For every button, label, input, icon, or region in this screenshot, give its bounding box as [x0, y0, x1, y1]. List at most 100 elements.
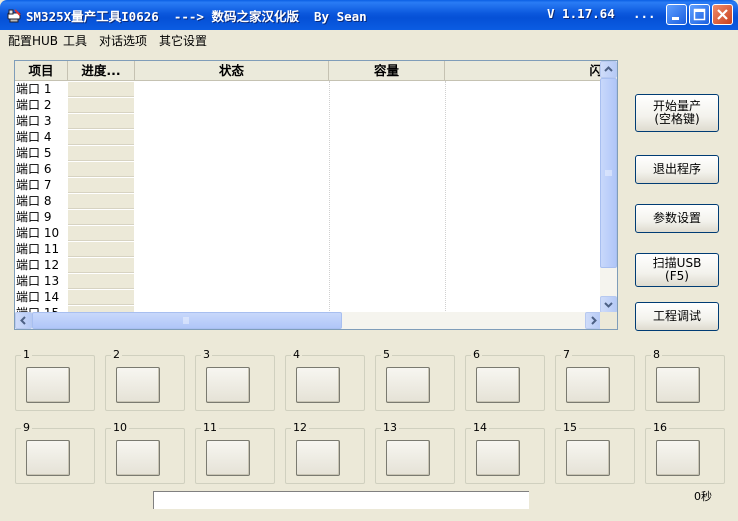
port-slot-button[interactable] [476, 367, 520, 403]
port-slot-button[interactable] [566, 440, 610, 476]
port-group-label: 16 [651, 421, 669, 435]
port-name: 端口 4 [16, 130, 52, 144]
progress-cell [68, 98, 134, 113]
port-group-label: 7 [561, 348, 572, 362]
port-name: 端口 5 [16, 146, 52, 160]
menu-dialog-options[interactable]: 对话选项 [99, 32, 147, 49]
port-group: 13 [375, 421, 455, 484]
menu-tools[interactable]: 工具 [63, 32, 87, 49]
arrow-left-icon [20, 316, 26, 325]
minimize-button[interactable] [666, 4, 687, 25]
port-slot-button[interactable] [206, 367, 250, 403]
port-name: 端口 14 [16, 290, 60, 304]
port-group-label: 11 [201, 421, 219, 435]
port-name: 端口 10 [16, 226, 60, 240]
port-slot-button[interactable] [26, 440, 70, 476]
port-group-label: 2 [111, 348, 122, 362]
scroll-up-button[interactable] [600, 61, 617, 78]
port-group: 5 [375, 348, 455, 411]
table-row[interactable]: 端口 3 [15, 113, 602, 129]
table-row[interactable]: 端口 12 [15, 257, 602, 273]
port-name: 端口 11 [16, 242, 60, 256]
close-button[interactable] [712, 4, 733, 25]
progress-cell [68, 162, 134, 177]
table-row[interactable]: 端口 13 [15, 273, 602, 289]
menu-bar: 配置HUB 工具 对话选项 其它设置 [0, 30, 738, 49]
port-group: 2 [105, 348, 185, 411]
port-group: 8 [645, 348, 725, 411]
port-slot-button[interactable] [656, 367, 700, 403]
progress-cell [68, 210, 134, 225]
port-slot-button[interactable] [386, 367, 430, 403]
arrow-right-icon [591, 316, 597, 325]
menu-other-settings[interactable]: 其它设置 [159, 32, 207, 49]
port-slot-button[interactable] [476, 440, 520, 476]
port-name: 端口 2 [16, 98, 52, 112]
table-row[interactable]: 端口 9 [15, 209, 602, 225]
arrow-down-icon [604, 302, 613, 308]
port-list[interactable]: 项目 进度... 状态 容量 闪 端口 1 端口 2 端口 3 端口 4 端口 5 端口 … [14, 60, 618, 330]
port-group: 10 [105, 421, 185, 484]
table-row[interactable]: 端口 5 [15, 145, 602, 161]
horizontal-scroll-thumb[interactable] [32, 312, 342, 329]
scroll-left-button[interactable] [15, 312, 32, 329]
exit-button[interactable]: 退出程序 [635, 155, 719, 184]
port-slot-button[interactable] [26, 367, 70, 403]
vertical-scroll-thumb[interactable] [600, 78, 617, 268]
port-slot-button[interactable] [656, 440, 700, 476]
port-name: 端口 8 [16, 194, 52, 208]
table-row[interactable]: 端口 14 [15, 289, 602, 305]
list-rows: 端口 1 端口 2 端口 3 端口 4 端口 5 端口 6 端口 7 端口 8 端口 9 端口 1… [15, 81, 602, 313]
engineering-debug-button[interactable]: 工程调试 [635, 302, 719, 331]
port-slot-button[interactable] [116, 440, 160, 476]
col-progress[interactable]: 进度... [68, 61, 135, 80]
port-slot-button[interactable] [116, 367, 160, 403]
table-row[interactable]: 端口 6 [15, 161, 602, 177]
table-row[interactable]: 端口 2 [15, 97, 602, 113]
parameter-settings-button[interactable]: 参数设置 [635, 204, 719, 233]
scan-usb-button[interactable]: 扫描USB (F5) [635, 253, 719, 287]
scroll-down-button[interactable] [600, 296, 617, 313]
port-group-label: 12 [291, 421, 309, 435]
close-icon [717, 9, 728, 20]
port-slot-button[interactable] [296, 440, 340, 476]
maximize-button[interactable] [689, 4, 710, 25]
menu-config-hub[interactable]: 配置HUB [8, 32, 58, 49]
port-slot-button[interactable] [386, 440, 430, 476]
table-row[interactable]: 端口 10 [15, 225, 602, 241]
col-capacity[interactable]: 容量 [329, 61, 445, 80]
port-slot-button[interactable] [566, 367, 610, 403]
window-title: SM325X量产工具I0626 ---> 数码之家汉化版 By Sean [26, 9, 367, 24]
list-header: 项目 进度... 状态 容量 闪 [15, 61, 602, 81]
horizontal-scrollbar[interactable] [15, 312, 602, 329]
table-row[interactable]: 端口 11 [15, 241, 602, 257]
vertical-scrollbar[interactable] [600, 61, 617, 313]
port-group: 6 [465, 348, 545, 411]
port-slot-button[interactable] [296, 367, 340, 403]
arrow-up-icon [604, 66, 613, 72]
progress-cell [68, 194, 134, 209]
port-slot-button[interactable] [206, 440, 250, 476]
port-group-label: 13 [381, 421, 399, 435]
minimize-icon [672, 17, 679, 20]
progress-cell [68, 242, 134, 257]
port-group-label: 6 [471, 348, 482, 362]
progress-cell [68, 290, 134, 305]
table-row[interactable]: 端口 1 [15, 81, 602, 97]
title-bar[interactable]: SM325X量产工具I0626 ---> 数码之家汉化版 By Sean V 1… [0, 0, 738, 30]
start-production-button[interactable]: 开始量产 (空格键) [635, 94, 719, 132]
progress-cell [68, 130, 134, 145]
port-name: 端口 12 [16, 258, 60, 272]
port-name: 端口 6 [16, 162, 52, 176]
grip-icon [183, 317, 189, 324]
port-group-label: 8 [651, 348, 662, 362]
progress-cell [68, 82, 134, 97]
col-flash[interactable]: 闪 [445, 61, 602, 80]
table-row[interactable]: 端口 4 [15, 129, 602, 145]
port-group: 3 [195, 348, 275, 411]
col-status[interactable]: 状态 [135, 61, 329, 80]
port-group: 14 [465, 421, 545, 484]
table-row[interactable]: 端口 8 [15, 193, 602, 209]
col-item[interactable]: 项目 [15, 61, 68, 80]
table-row[interactable]: 端口 7 [15, 177, 602, 193]
